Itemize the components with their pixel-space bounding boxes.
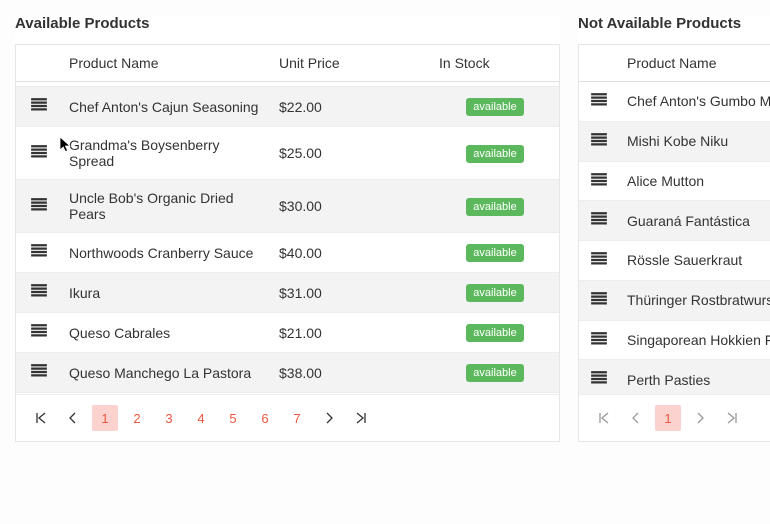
status-badge: available: [466, 98, 523, 116]
not-available-grid: Product Name Chef Anton's Gumbo Mix: [578, 44, 770, 442]
header-row: Product Name: [579, 45, 770, 82]
available-title: Available Products: [15, 15, 560, 32]
cell-price: $25.00: [271, 127, 431, 180]
not-available-products-panel: Not Available Products Product Name: [578, 15, 770, 442]
cell-price: $21.00: [271, 313, 431, 353]
pager-first-icon[interactable]: [591, 405, 617, 431]
cell-name: Queso Cabrales: [61, 313, 271, 353]
pager-next-icon[interactable]: [687, 405, 713, 431]
cell-name: Chef Anton's Cajun Seasoning: [61, 87, 271, 127]
drag-handle-icon[interactable]: [590, 251, 608, 267]
pager-page[interactable]: 2: [124, 405, 150, 431]
pager-page[interactable]: 4: [188, 405, 214, 431]
cell-name: Thüringer Rostbratwurst: [619, 280, 770, 320]
status-badge: available: [466, 145, 523, 163]
col-product-name[interactable]: Product Name: [619, 45, 770, 82]
table-row[interactable]: Thüringer Rostbratwurst: [579, 280, 770, 320]
table-row[interactable]: Queso Cabrales $21.00 available: [16, 313, 559, 353]
status-badge: available: [466, 244, 523, 262]
not-available-title: Not Available Products: [578, 15, 770, 32]
drag-handle-icon[interactable]: [30, 323, 48, 339]
pager-page[interactable]: 1: [655, 405, 681, 431]
table-row[interactable]: Grandma's Boysenberry Spread $25.00 avai…: [16, 127, 559, 180]
drag-handle-icon[interactable]: [30, 283, 48, 299]
drag-handle-icon[interactable]: [30, 144, 48, 160]
pager-page[interactable]: 3: [156, 405, 182, 431]
pager-page[interactable]: 1: [92, 405, 118, 431]
pager: 1: [579, 394, 770, 441]
cell-price: $30.00: [271, 180, 431, 233]
drag-handle-icon[interactable]: [590, 291, 608, 307]
table-row[interactable]: Perth Pasties: [579, 360, 770, 394]
pager-prev-icon[interactable]: [623, 405, 649, 431]
pager-prev-icon[interactable]: [60, 405, 86, 431]
cell-name: Uncle Bob's Organic Dried Pears: [61, 180, 271, 233]
drag-handle-icon[interactable]: [590, 92, 608, 108]
pager: 1 2 3 4 5 6 7: [16, 394, 559, 441]
cell-name: Queso Manchego La Pastora: [61, 353, 271, 393]
cell-name: Singaporean Hokkien Fried Mee: [619, 320, 770, 360]
cell-name: Guaraná Fantástica: [619, 201, 770, 241]
table-row[interactable]: Queso Manchego La Pastora $38.00 availab…: [16, 353, 559, 393]
cell-price: $22.00: [271, 87, 431, 127]
table-row[interactable]: Guaraná Fantástica: [579, 201, 770, 241]
cell-price: $31.00: [271, 273, 431, 313]
pager-first-icon[interactable]: [28, 405, 54, 431]
col-in-stock[interactable]: In Stock: [431, 45, 559, 82]
table-row[interactable]: Ikura $31.00 available: [16, 273, 559, 313]
available-grid: Product Name Unit Price In Stock Aniseed…: [15, 44, 560, 442]
table-row[interactable]: Alice Mutton: [579, 161, 770, 201]
table-row[interactable]: Rössle Sauerkraut: [579, 241, 770, 281]
drag-handle-icon[interactable]: [590, 331, 608, 347]
status-badge: available: [466, 364, 523, 382]
pager-page[interactable]: 7: [284, 405, 310, 431]
table-row[interactable]: Uncle Bob's Organic Dried Pears $30.00 a…: [16, 180, 559, 233]
pager-last-icon[interactable]: [719, 405, 745, 431]
status-badge: available: [466, 324, 523, 342]
status-badge: available: [466, 284, 523, 302]
pager-page[interactable]: 5: [220, 405, 246, 431]
drag-handle-icon[interactable]: [590, 172, 608, 188]
drag-handle-icon[interactable]: [30, 243, 48, 259]
drag-handle-icon[interactable]: [590, 132, 608, 148]
status-badge: available: [466, 198, 523, 216]
cell-name: Perth Pasties: [619, 360, 770, 394]
cell-name: Chef Anton's Gumbo Mix: [619, 82, 770, 121]
cell-name: Grandma's Boysenberry Spread: [61, 127, 271, 180]
cell-price: $38.00: [271, 353, 431, 393]
col-product-name[interactable]: Product Name: [61, 45, 271, 82]
drag-handle-icon[interactable]: [590, 370, 608, 386]
table-row[interactable]: Chef Anton's Gumbo Mix: [579, 82, 770, 121]
cell-name: Alice Mutton: [619, 161, 770, 201]
table-row[interactable]: Northwoods Cranberry Sauce $40.00 availa…: [16, 233, 559, 273]
pager-last-icon[interactable]: [348, 405, 374, 431]
drag-handle-icon[interactable]: [590, 211, 608, 227]
drag-handle-icon[interactable]: [30, 97, 48, 113]
table-row[interactable]: Singaporean Hokkien Fried Mee: [579, 320, 770, 360]
cell-name: Ikura: [61, 273, 271, 313]
drag-handle-icon[interactable]: [30, 363, 48, 379]
pager-next-icon[interactable]: [316, 405, 342, 431]
table-row[interactable]: Mishi Kobe Niku: [579, 121, 770, 161]
table-row[interactable]: Chef Anton's Cajun Seasoning $22.00 avai…: [16, 87, 559, 127]
cell-name: Northwoods Cranberry Sauce: [61, 233, 271, 273]
pager-page[interactable]: 6: [252, 405, 278, 431]
available-products-panel: Available Products Product Name Unit Pri…: [15, 15, 560, 442]
col-unit-price[interactable]: Unit Price: [271, 45, 431, 82]
cell-price: $40.00: [271, 233, 431, 273]
header-row: Product Name Unit Price In Stock: [16, 45, 559, 82]
cell-name: Mishi Kobe Niku: [619, 121, 770, 161]
drag-handle-icon[interactable]: [30, 197, 48, 213]
cell-name: Rössle Sauerkraut: [619, 241, 770, 281]
